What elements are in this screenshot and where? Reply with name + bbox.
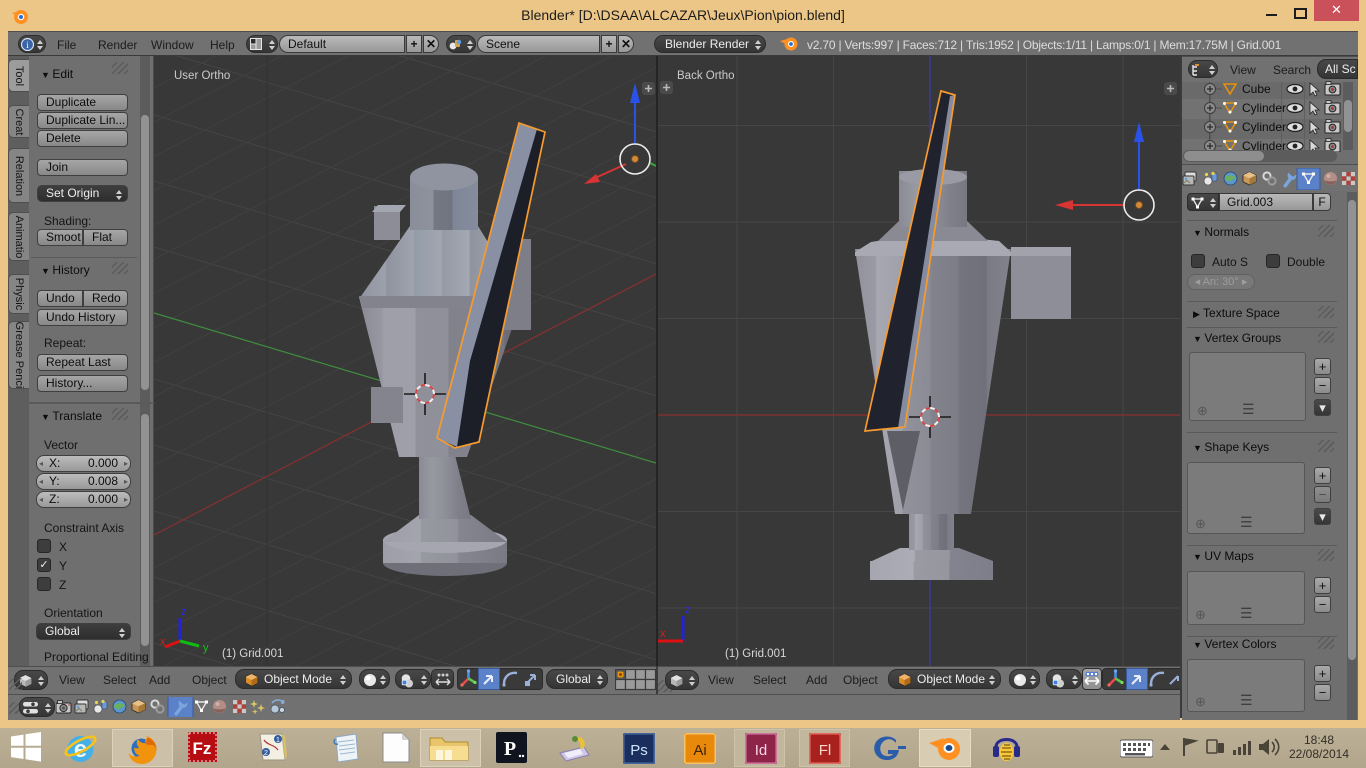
svg-text:Cube: Cube bbox=[1242, 82, 1271, 96]
svg-text:x: x bbox=[660, 628, 666, 640]
svg-text:P: P bbox=[504, 738, 516, 760]
svg-text:2: 2 bbox=[264, 750, 268, 757]
svg-text:Ps: Ps bbox=[630, 742, 648, 759]
svg-text:Back Ortho: Back Ortho bbox=[677, 70, 735, 82]
svg-text:x: x bbox=[160, 636, 166, 648]
svg-text:1: 1 bbox=[276, 737, 280, 744]
svg-text:Fl: Fl bbox=[819, 742, 832, 759]
svg-text:z: z bbox=[685, 604, 691, 616]
svg-text:Cylinder: Cylinder bbox=[1242, 120, 1286, 134]
svg-text:User Ortho: User Ortho bbox=[174, 70, 230, 82]
svg-text:(1) Grid.001: (1) Grid.001 bbox=[725, 648, 786, 660]
svg-text:Cylinder: Cylinder bbox=[1242, 101, 1286, 115]
svg-text:Fz: Fz bbox=[193, 739, 212, 758]
svg-text:z: z bbox=[181, 606, 187, 618]
svg-text:y: y bbox=[203, 642, 209, 654]
svg-text:Id: Id bbox=[755, 742, 768, 759]
svg-text:Ai: Ai bbox=[693, 742, 706, 759]
svg-text:(1) Grid.001: (1) Grid.001 bbox=[222, 648, 283, 660]
